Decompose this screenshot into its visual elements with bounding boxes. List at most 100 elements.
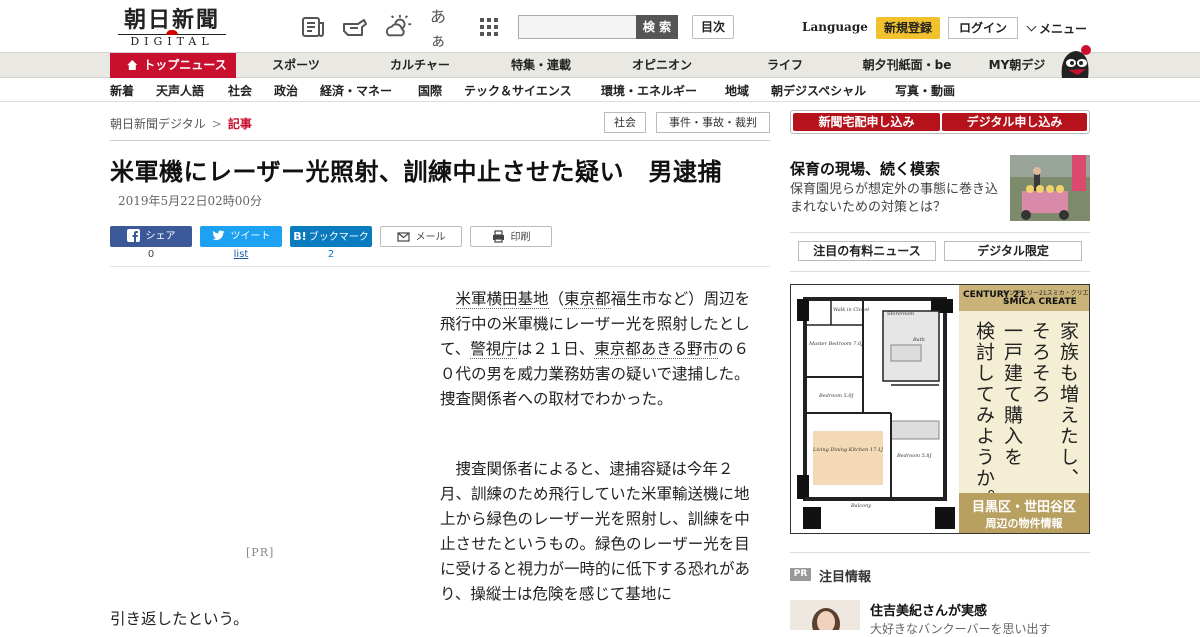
twitter-list-link[interactable]: list (200, 249, 282, 260)
promo-image[interactable] (1010, 155, 1090, 221)
digital-subscribe-button[interactable]: デジタル申し込み (942, 113, 1087, 131)
mail-icon (396, 230, 410, 243)
nav2-tech[interactable]: テック＆サイエンス (464, 82, 572, 99)
site-header: 朝日新聞 DIGITAL あぁ 検 索 目次 Language 新規登録 ログイ… (0, 0, 1200, 52)
twitter-share-label: ツイート (230, 231, 271, 242)
breadcrumb: 朝日新聞デジタル > 記事 (110, 115, 252, 132)
chevron-down-icon (1026, 21, 1037, 32)
nav2-tenseijingo[interactable]: 天声人語 (156, 82, 204, 99)
promo-text[interactable]: 保育園児らが想定外の事態に巻き込まれないための対策とは？ (790, 181, 1004, 217)
ad-copy-line-2: そろそろ (1029, 321, 1051, 405)
search-button[interactable]: 検 索 (636, 15, 678, 39)
mail-label: メール (415, 232, 446, 243)
promo-title[interactable]: 保育の現場、続く模索 (790, 158, 940, 179)
nav2-new[interactable]: 新着 (110, 82, 134, 99)
weather-icon[interactable] (386, 14, 412, 40)
tag-incident[interactable]: 事件・事故・裁判 (656, 112, 770, 133)
nav-my-asahi[interactable]: MY朝デジ (982, 53, 1052, 78)
keyword-link[interactable]: 東京都 (564, 290, 611, 309)
mail-button[interactable]: メール (380, 226, 462, 247)
mascot-icon[interactable] (1056, 44, 1092, 78)
nav-life[interactable]: ライフ (748, 53, 822, 78)
article-headline: 米軍機にレーザー光照射、訓練中止させた疑い 男逮捕 (110, 158, 723, 186)
divider (110, 266, 770, 267)
nav2-region[interactable]: 地域 (725, 82, 749, 99)
print-button[interactable]: 印刷 (470, 226, 552, 247)
article-paragraph-3: 引き返したという。 (110, 610, 249, 628)
login-button[interactable]: ログイン (948, 17, 1018, 39)
nav-features[interactable]: 特集・連載 (500, 53, 582, 78)
pr-badge: PR (790, 568, 811, 581)
facebook-share-count: 0 (147, 249, 155, 260)
pr-label: [PR] (246, 546, 275, 559)
divider (110, 140, 770, 141)
keyword-link[interactable]: 警視庁 (470, 340, 517, 359)
hand-icon[interactable] (342, 14, 368, 40)
toc-button[interactable]: 目次 (692, 15, 734, 39)
nav2-economy[interactable]: 経済・マネー (320, 82, 392, 99)
twitter-share-button[interactable]: ツイート (200, 226, 282, 247)
font-size-icon[interactable]: あぁ (430, 7, 456, 50)
ad-room-label-storeroom: Storeroom (887, 311, 914, 317)
ad-area-banner: 目黒区・世田谷区 周辺の物件情報 (959, 493, 1089, 533)
article-paragraph-2: 捜査関係者によると、逮捕容疑は今年２月、訓練のため飛行していた米軍輸送機に地上か… (440, 460, 751, 603)
menu-button[interactable]: メニュー (1026, 20, 1087, 37)
nav2-politics[interactable]: 政治 (274, 82, 298, 99)
divider (790, 271, 1090, 272)
keyword-link[interactable]: 東京都 (594, 340, 641, 359)
search-input[interactable] (518, 15, 638, 39)
newspaper-icon[interactable] (300, 14, 326, 40)
tab-digital-only[interactable]: デジタル限定 (944, 241, 1082, 261)
keyword-link[interactable]: あきる野市 (640, 340, 718, 359)
article-paragraph-1: 米軍横田基地（東京都福生市など）周辺を飛行中の米軍機にレーザー光を照射したとして… (440, 287, 752, 412)
nav2-photo-video[interactable]: 写真・動画 (895, 82, 955, 99)
nav2-international[interactable]: 国際 (418, 82, 442, 99)
facebook-icon (126, 229, 140, 242)
advertisement-banner[interactable]: Walk in Closet Storeroom Master Bedroom … (790, 284, 1090, 534)
ad-brand-bar: CENTURY 21 センチュリー21スミカ・クリエイト SMICA CREAT… (959, 285, 1089, 311)
print-label: 印刷 (510, 232, 531, 243)
tab-premium-news[interactable]: 注目の有料ニュース (798, 241, 936, 261)
divider (790, 552, 1090, 553)
pr-item-title[interactable]: 住吉美紀さんが実感 (870, 600, 987, 619)
pr-item-thumbnail[interactable] (790, 600, 860, 630)
paragraph-text: は２１日、 (516, 340, 595, 358)
breadcrumb-separator: > (211, 117, 222, 131)
ad-copy-line-4: 検討してみようか。 (973, 321, 995, 510)
facebook-share-button[interactable]: シェア (110, 226, 192, 247)
paragraph-text (440, 290, 456, 308)
hatena-bookmark-label: ブックマーク (308, 232, 369, 243)
floor-plan-image: Walk in Closet Storeroom Master Bedroom … (791, 285, 959, 533)
nav-opinion[interactable]: オピニオン (622, 53, 702, 78)
divider (790, 232, 1090, 233)
language-link[interactable]: Language (802, 20, 868, 34)
logo-sub-text: DIGITAL (118, 30, 226, 48)
subscribe-box: 新聞宅配申し込み デジタル申し込み (790, 110, 1090, 134)
keyword-link[interactable]: 米軍横田基地 (455, 290, 549, 309)
nav2-special[interactable]: 朝デジスペシャル (771, 82, 866, 99)
grid-menu-icon[interactable] (476, 14, 502, 40)
nav-culture[interactable]: カルチャー (380, 53, 460, 78)
nav2-society[interactable]: 社会 (228, 82, 252, 99)
ad-room-label-bath: Bath (912, 337, 925, 343)
nav-paper[interactable]: 朝夕刊紙面・be (856, 53, 958, 78)
nav2-environment[interactable]: 環境・エネルギー (601, 82, 697, 99)
primary-nav: トップニュース スポーツ カルチャー 特集・連載 オピニオン ライフ 朝夕刊紙面… (0, 52, 1200, 78)
article-date: 2019年5月22日02時00分 (118, 194, 262, 208)
hatena-icon: B! (293, 230, 307, 243)
ad-room-label-wic: Walk in Closet (833, 307, 870, 313)
nav-sports[interactable]: スポーツ (258, 53, 334, 78)
site-logo[interactable]: 朝日新聞 DIGITAL (112, 8, 232, 48)
ad-copy-panel: CENTURY 21 センチュリー21スミカ・クリエイト SMICA CREAT… (959, 285, 1089, 533)
tag-society[interactable]: 社会 (604, 112, 646, 133)
hatena-bookmark-button[interactable]: B! ブックマーク (290, 226, 372, 247)
newspaper-subscribe-button[interactable]: 新聞宅配申し込み (793, 113, 940, 131)
ad-area-line-1: 目黒区・世田谷区 (971, 500, 1076, 515)
nav-top-news[interactable]: トップニュース (110, 53, 236, 78)
register-button[interactable]: 新規登録 (876, 17, 940, 39)
home-icon (127, 60, 138, 70)
facebook-share-label: シェア (145, 231, 176, 242)
breadcrumb-home[interactable]: 朝日新聞デジタル (110, 117, 206, 131)
pr-item-subtitle[interactable]: 大好きなバンクーバーを思い出す (870, 620, 1050, 637)
ad-area-line-2: 周辺の物件情報 (985, 517, 1063, 530)
